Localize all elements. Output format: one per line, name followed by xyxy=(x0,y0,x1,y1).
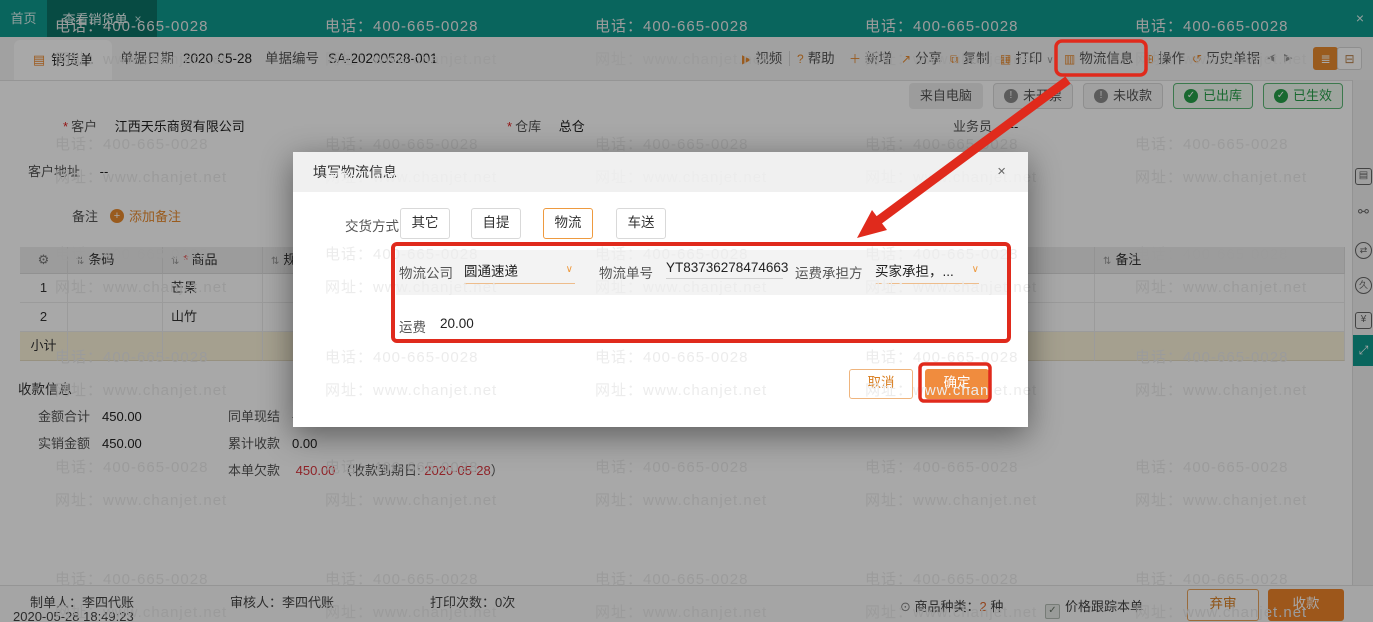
delivery-method-label: 交货方式 xyxy=(345,219,399,234)
freight-payer-label: 运费承担方 xyxy=(795,266,863,281)
confirm-button[interactable]: 确定 xyxy=(925,369,989,399)
freight-payer-select[interactable]: 买家承担，... ∨ xyxy=(875,260,979,284)
modal-close-icon[interactable]: × xyxy=(997,152,1006,192)
cancel-button[interactable]: 取消 xyxy=(849,369,913,399)
delivery-option-truck[interactable]: 车送 xyxy=(616,208,666,239)
delivery-option-logistics[interactable]: 物流 xyxy=(543,208,593,239)
chevron-down-icon: ∨ xyxy=(971,264,979,275)
modal-title: 填写物流信息 xyxy=(313,164,397,180)
logistics-company-label: 物流公司 xyxy=(399,266,453,281)
delivery-option-pickup[interactable]: 自提 xyxy=(471,208,521,239)
logistics-modal: 填写物流信息 × 交货方式 其它 自提 物流 车送 物流公司 圆通速递 ∨ 物流… xyxy=(293,152,1028,427)
freight-label: 运费 xyxy=(399,320,426,335)
delivery-option-other[interactable]: 其它 xyxy=(400,208,450,239)
logistics-company-select[interactable]: 圆通速递 ∨ xyxy=(464,260,575,284)
app-window: 首页 查看销货单 × × ▤ 销货单 单据日期 2020-05-28 单据编号 SA… xyxy=(0,0,1373,622)
chevron-down-icon: ∨ xyxy=(565,264,573,275)
modal-header: 填写物流信息 × xyxy=(293,152,1028,192)
tracking-number-input[interactable]: YT83736278474663 xyxy=(666,260,788,279)
tracking-number-label: 物流单号 xyxy=(599,266,653,281)
freight-input[interactable]: 20.00 xyxy=(440,316,474,331)
